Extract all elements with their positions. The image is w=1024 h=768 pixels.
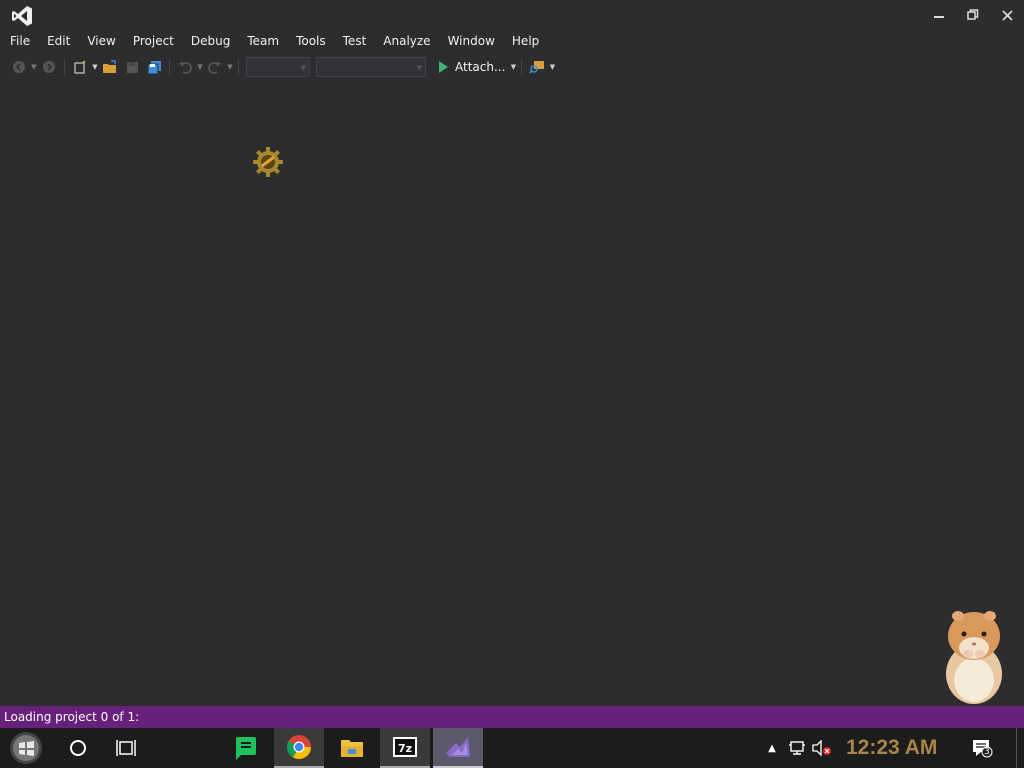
- new-project-icon: [74, 60, 86, 74]
- network-icon: [789, 741, 805, 755]
- redo-dropdown[interactable]: ▼: [226, 56, 234, 78]
- find-in-files-icon: [529, 61, 545, 74]
- solution-configuration-select[interactable]: ▼: [246, 57, 310, 77]
- new-project-button[interactable]: [69, 56, 91, 78]
- chevron-up-icon: ▲: [768, 742, 776, 754]
- action-center-button[interactable]: 3: [966, 728, 998, 768]
- save-all-icon: [147, 60, 161, 74]
- back-arrow-icon: [13, 61, 25, 73]
- volume-muted-icon: [812, 740, 831, 756]
- visual-studio-taskbar-icon: [446, 737, 470, 757]
- task-view-icon: [116, 740, 136, 756]
- save-button[interactable]: [121, 56, 143, 78]
- status-bar: Loading project 0 of 1:: [0, 706, 1024, 728]
- taskbar-clock[interactable]: 12:23 AM: [846, 732, 937, 764]
- minimize-icon: [934, 16, 944, 18]
- back-button[interactable]: [8, 56, 30, 78]
- file-explorer-folder-icon: [341, 740, 363, 757]
- chevron-down-icon: ▼: [300, 64, 306, 72]
- menu-view[interactable]: View: [81, 30, 121, 53]
- svg-text:7z: 7z: [398, 742, 412, 755]
- start-button[interactable]: [6, 728, 46, 768]
- restore-icon: [967, 9, 979, 20]
- taskbar-app-chrome[interactable]: [274, 728, 324, 768]
- menu-test[interactable]: Test: [337, 30, 373, 53]
- menu-file[interactable]: File: [4, 30, 36, 53]
- notification-count-badge: 3: [984, 747, 990, 757]
- taskbar-app-visual-studio[interactable]: [433, 728, 483, 768]
- toolbar-separator: [521, 59, 523, 75]
- menu-analyze[interactable]: Analyze: [377, 30, 436, 53]
- redo-button[interactable]: [204, 56, 226, 78]
- forward-button[interactable]: [38, 56, 60, 78]
- taskbar-app-notes[interactable]: [226, 728, 266, 768]
- forward-arrow-icon: [43, 61, 55, 73]
- show-desktop-button[interactable]: [1016, 728, 1024, 768]
- play-icon: [439, 61, 448, 73]
- menu-window[interactable]: Window: [442, 30, 501, 53]
- loading-gear-icon: [253, 147, 283, 177]
- close-icon: [1001, 9, 1013, 21]
- undo-icon: [179, 62, 192, 74]
- cortana-circle-icon: [70, 740, 86, 756]
- attach-dropdown[interactable]: ▼: [509, 56, 517, 78]
- undo-dropdown[interactable]: ▼: [196, 56, 204, 78]
- menu-debug[interactable]: Debug: [185, 30, 236, 53]
- toolbar-separator: [169, 59, 170, 75]
- chevron-down-icon: ▼: [416, 64, 422, 72]
- menu-edit[interactable]: Edit: [41, 30, 76, 53]
- taskbar-app-7zip[interactable]: 7z: [380, 728, 430, 768]
- open-file-button[interactable]: [99, 56, 121, 78]
- toolbar-separator: [238, 59, 239, 75]
- status-text: Loading project 0 of 1:: [4, 710, 140, 724]
- menu-project[interactable]: Project: [127, 30, 180, 53]
- attach-button-label: Attach...: [455, 60, 506, 74]
- redo-icon: [208, 62, 221, 74]
- toolbar: ▼ ▼ ▼ ▼ ▼ ▼ Attach... ▼ ▼: [0, 55, 1024, 79]
- restore-button[interactable]: [956, 0, 990, 30]
- toolbar-separator: [64, 59, 65, 75]
- close-button[interactable]: [990, 0, 1024, 30]
- chrome-icon: [286, 735, 311, 760]
- attach-button[interactable]: Attach...: [435, 56, 509, 78]
- open-folder-icon: [103, 60, 116, 73]
- back-dropdown[interactable]: ▼: [30, 56, 38, 78]
- menu-bar: File Edit View Project Debug Team Tools …: [0, 30, 1024, 53]
- toolbar-overflow-dropdown[interactable]: ▼: [548, 56, 556, 78]
- taskbar-app-file-explorer[interactable]: [332, 728, 372, 768]
- task-view-button[interactable]: [108, 728, 144, 768]
- cortana-search-button[interactable]: [60, 728, 96, 768]
- green-notes-app-icon: [236, 737, 256, 760]
- menu-help[interactable]: Help: [506, 30, 545, 53]
- solution-platform-select[interactable]: ▼: [316, 57, 426, 77]
- undo-button[interactable]: [174, 56, 196, 78]
- show-hidden-icons-button[interactable]: ▲: [764, 728, 780, 768]
- network-tray-button[interactable]: [786, 728, 808, 768]
- save-icon: [126, 61, 138, 73]
- 7zip-icon: 7z: [393, 737, 417, 757]
- volume-tray-button[interactable]: [810, 728, 834, 768]
- find-in-files-button[interactable]: [526, 56, 548, 78]
- save-all-button[interactable]: [143, 56, 165, 78]
- new-project-dropdown[interactable]: ▼: [91, 56, 99, 78]
- menu-tools[interactable]: Tools: [290, 30, 332, 53]
- visual-studio-logo-icon: [12, 6, 32, 26]
- hamster-desktop-pet-image: [946, 611, 1002, 704]
- menu-team[interactable]: Team: [241, 30, 285, 53]
- minimize-button[interactable]: [922, 0, 956, 30]
- start-orb-icon: [10, 732, 42, 764]
- title-bar: [0, 0, 1024, 30]
